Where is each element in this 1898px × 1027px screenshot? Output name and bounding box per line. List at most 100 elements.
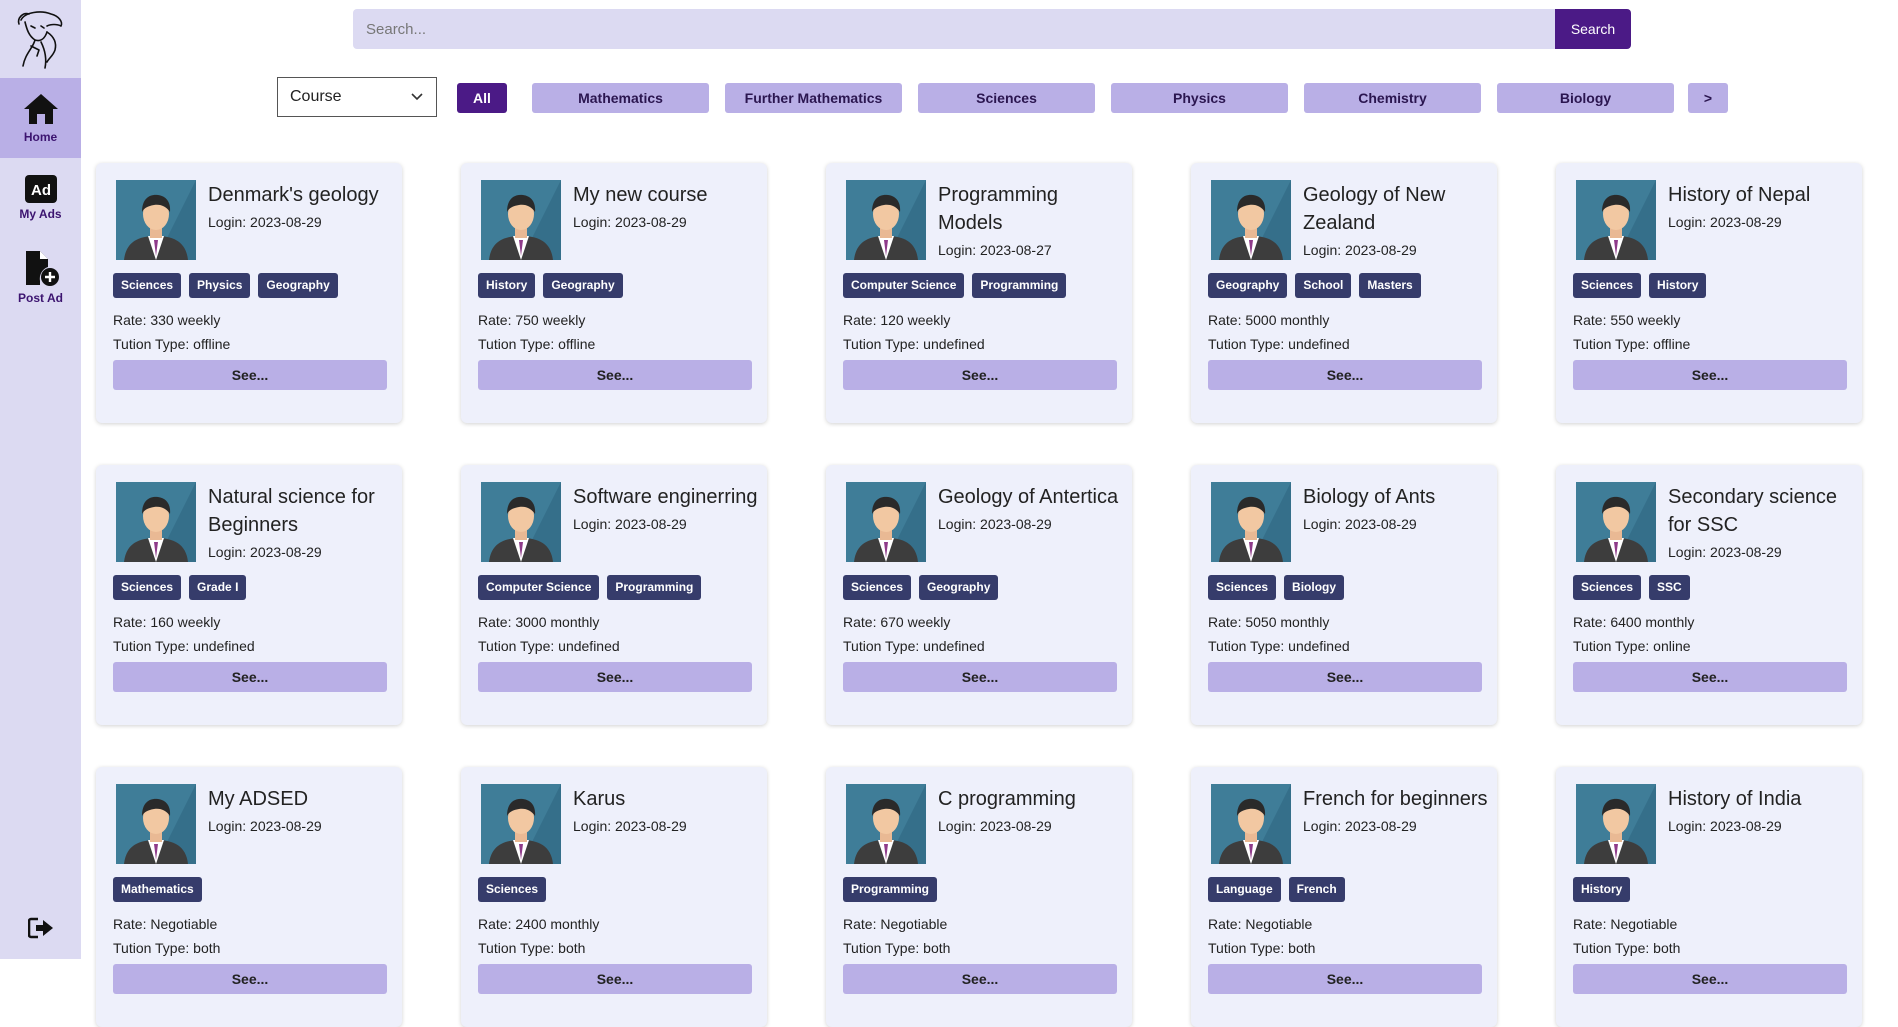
rate-text: Rate: 160 weekly: [113, 614, 221, 630]
subject-tag[interactable]: Language: [1208, 877, 1281, 902]
card-title: French for beginners: [1303, 788, 1488, 810]
subject-tag[interactable]: Sciences: [1573, 273, 1642, 298]
see-more-button[interactable]: See...: [1208, 662, 1482, 692]
subject-tag[interactable]: Sciences: [1208, 575, 1277, 600]
filter-chip-chemistry[interactable]: Chemistry: [1304, 83, 1481, 113]
rate-text: Rate: Negotiable: [1208, 916, 1313, 932]
card-info: Rate: 5050 monthly Tution Type: undefine…: [1208, 610, 1350, 658]
subject-tag[interactable]: Computer Science: [843, 273, 965, 298]
filter-chip-biology[interactable]: Biology: [1497, 83, 1674, 113]
subject-tag[interactable]: Sciences: [843, 575, 912, 600]
subject-tag[interactable]: Sciences: [113, 273, 182, 298]
category-select[interactable]: Course: [277, 77, 437, 117]
card-info: Rate: 330 weekly Tution Type: offline: [113, 308, 230, 356]
subject-tag[interactable]: Sciences: [1573, 575, 1642, 600]
see-more-button[interactable]: See...: [1573, 662, 1847, 692]
see-more-button[interactable]: See...: [478, 964, 752, 994]
course-card: History of Nepal Login: 2023-08-29 Scienc…: [1556, 163, 1862, 423]
course-card: Software enginerring Login: 2023-08-29 Co…: [461, 465, 767, 725]
course-card: Programming Models Login: 2023-08-27 Comp…: [826, 163, 1132, 423]
sidebar-item-my-ads[interactable]: Ad My Ads: [0, 158, 81, 238]
avatar: [481, 482, 561, 562]
tag-list: Mathematics: [113, 877, 202, 902]
see-more-button[interactable]: See...: [1573, 964, 1847, 994]
filter-chip-all[interactable]: All: [457, 83, 507, 113]
see-more-button[interactable]: See...: [113, 360, 387, 390]
filter-chip-further-mathematics[interactable]: Further Mathematics: [725, 83, 902, 113]
login-date: Login: 2023-08-29: [1668, 214, 1782, 230]
see-more-button[interactable]: See...: [478, 360, 752, 390]
subject-tag[interactable]: Geography: [258, 273, 338, 298]
subject-tag[interactable]: Programming: [843, 877, 938, 902]
subject-tag[interactable]: Mathematics: [113, 877, 202, 902]
subject-tag[interactable]: Sciences: [478, 877, 547, 902]
tag-list: Sciences: [478, 877, 547, 902]
subject-tag[interactable]: Masters: [1359, 273, 1421, 298]
subject-tag[interactable]: History: [1649, 273, 1707, 298]
sidebar-item-home[interactable]: Home: [0, 78, 81, 158]
avatar: [481, 784, 561, 864]
see-more-button[interactable]: See...: [843, 360, 1117, 390]
subject-tag[interactable]: History: [1573, 877, 1631, 902]
see-more-button[interactable]: See...: [1208, 360, 1482, 390]
filter-chip-sciences[interactable]: Sciences: [918, 83, 1095, 113]
subject-tag[interactable]: SSC: [1649, 575, 1690, 600]
search-input[interactable]: [353, 9, 1555, 49]
tag-list: Language French: [1208, 877, 1345, 902]
sidebar-item-post-ad[interactable]: Post Ad: [0, 238, 81, 318]
subject-tag[interactable]: Geography: [543, 273, 623, 298]
see-more-button[interactable]: See...: [843, 662, 1117, 692]
card-header: Natural science for Beginners Login: 202…: [208, 483, 393, 563]
card-title: My ADSED: [208, 788, 309, 810]
subject-tag[interactable]: School: [1295, 273, 1352, 298]
tag-list: Computer Science Programming: [478, 575, 702, 600]
subject-tag[interactable]: Sciences: [113, 575, 182, 600]
card-title: Software enginerring: [573, 486, 758, 508]
logo[interactable]: [0, 0, 81, 78]
filter-next-button[interactable]: >: [1688, 83, 1728, 113]
see-more-button[interactable]: See...: [478, 662, 752, 692]
see-more-button[interactable]: See...: [843, 964, 1117, 994]
card-header: French for beginners Login: 2023-08-29: [1303, 785, 1488, 837]
filter-chip-physics[interactable]: Physics: [1111, 83, 1288, 113]
subject-tag[interactable]: Programming: [607, 575, 702, 600]
subject-tag[interactable]: Physics: [189, 273, 251, 298]
see-more-button[interactable]: See...: [113, 662, 387, 692]
svg-text:Ad: Ad: [31, 182, 51, 199]
subject-tag[interactable]: Computer Science: [478, 575, 600, 600]
subject-tag[interactable]: Geography: [919, 575, 999, 600]
tag-list: Sciences Geography: [843, 575, 999, 600]
tag-list: Computer Science Programming: [843, 273, 1067, 298]
search-button[interactable]: Search: [1555, 9, 1631, 49]
filter-chip-mathematics[interactable]: Mathematics: [532, 83, 709, 113]
subject-tag[interactable]: Programming: [972, 273, 1067, 298]
card-title: History of Nepal: [1668, 184, 1811, 206]
file-plus-icon: [25, 251, 59, 286]
see-more-button[interactable]: See...: [1573, 360, 1847, 390]
tuition-type-text: Tution Type: both: [1573, 940, 1681, 956]
card-info: Rate: 750 weekly Tution Type: offline: [478, 308, 595, 356]
subject-tag[interactable]: Geography: [1208, 273, 1288, 298]
login-date: Login: 2023-08-29: [573, 516, 687, 532]
card-title: Secondary science for SSC: [1668, 486, 1837, 536]
card-info: Rate: Negotiable Tution Type: both: [1573, 912, 1680, 960]
subject-tag[interactable]: Grade I: [189, 575, 247, 600]
tag-list: Sciences Physics Geography: [113, 273, 338, 298]
card-title: Programming Models: [938, 184, 1059, 234]
subject-tag[interactable]: History: [478, 273, 536, 298]
logout-button[interactable]: [0, 917, 81, 939]
tuition-type-text: Tution Type: both: [843, 940, 951, 956]
tuition-type-text: Tution Type: undefined: [113, 638, 255, 654]
subject-tag[interactable]: French: [1288, 877, 1345, 902]
course-card: Karus Login: 2023-08-29 Sciences Rate: 240…: [461, 767, 767, 1027]
card-title: Geology of New Zealand: [1303, 184, 1446, 234]
see-more-button[interactable]: See...: [1208, 964, 1482, 994]
see-more-button[interactable]: See...: [113, 964, 387, 994]
logout-icon: [27, 917, 53, 939]
avatar: [1211, 482, 1291, 562]
card-info: Rate: Negotiable Tution Type: both: [1208, 912, 1315, 960]
course-card: C programming Login: 2023-08-29 Programmi…: [826, 767, 1132, 1027]
subject-tag[interactable]: Biology: [1284, 575, 1345, 600]
card-info: Rate: 670 weekly Tution Type: undefined: [843, 610, 985, 658]
card-title: Denmark's geology: [208, 184, 379, 206]
